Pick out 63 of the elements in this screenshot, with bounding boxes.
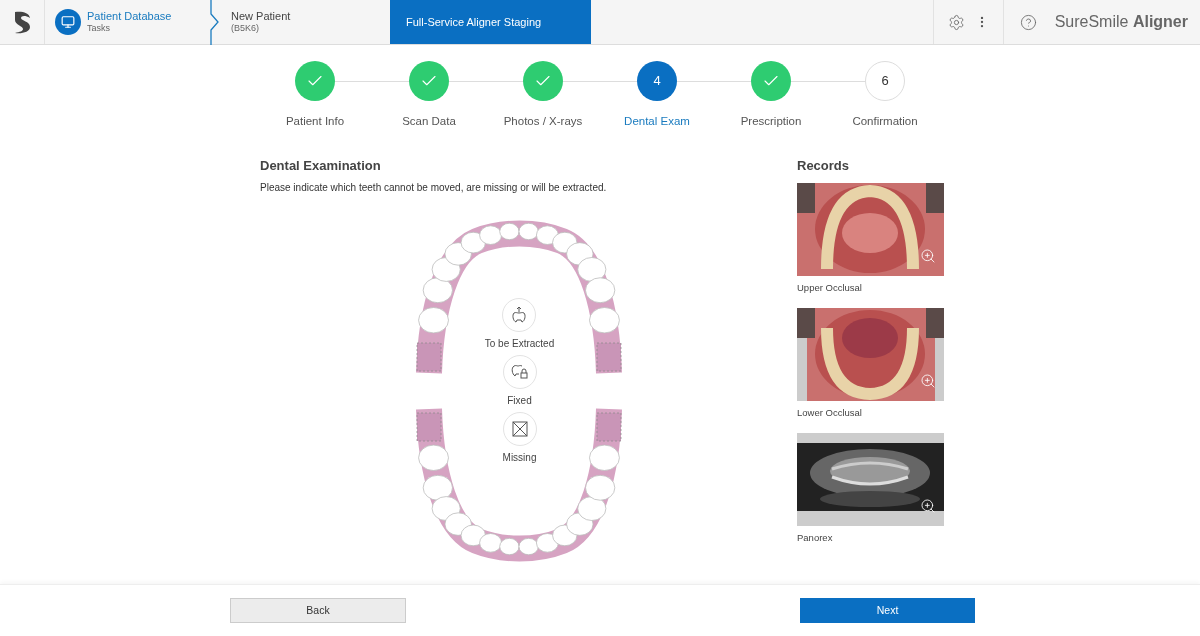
help-icon[interactable] [1019, 13, 1037, 31]
breadcrumb-title[interactable]: Patient Database [87, 9, 172, 24]
tooth[interactable] [460, 524, 486, 546]
missing-tooth-area[interactable] [596, 342, 622, 372]
tooth[interactable] [418, 306, 449, 334]
legend-button[interactable] [502, 354, 537, 389]
tooth[interactable] [585, 474, 616, 501]
tooth[interactable] [431, 495, 461, 521]
tooth[interactable] [444, 242, 472, 266]
step-number: 6 [881, 72, 889, 91]
breadcrumb-subtitle: Tasks [87, 23, 111, 35]
tooth[interactable] [589, 444, 620, 471]
step-label[interactable]: Photos / X-rays [503, 113, 583, 131]
step-label[interactable]: Dental Exam [624, 113, 690, 131]
section-title: Records [797, 157, 851, 176]
tooth[interactable] [518, 537, 539, 555]
tooth[interactable] [460, 231, 486, 254]
database-icon[interactable] [55, 9, 81, 35]
missing-tooth-area[interactable] [416, 412, 442, 442]
breadcrumb-subtitle: (B5K6) [231, 23, 260, 35]
tooth-arrow-icon [511, 305, 528, 324]
step-label[interactable]: Scan Data [402, 113, 456, 131]
logo-icon[interactable] [13, 10, 31, 34]
brand-name: SureSmile Aligner [1054, 12, 1188, 32]
section-title: Dental Examination [260, 157, 382, 176]
back-button[interactable]: Back [230, 598, 406, 623]
tooth[interactable] [566, 242, 594, 266]
missing-tooth-area[interactable] [596, 412, 622, 442]
tooth[interactable] [479, 225, 502, 245]
tooth[interactable] [589, 306, 620, 334]
tooth[interactable] [422, 277, 453, 303]
record-caption: Lower Occlusal [797, 406, 863, 420]
step-label[interactable]: Prescription [740, 113, 802, 131]
tooth[interactable] [431, 256, 461, 282]
step-label[interactable]: Patient Info [285, 113, 345, 131]
tooth[interactable] [499, 222, 520, 240]
tooth-crossed-icon [511, 420, 528, 437]
tooth[interactable] [418, 444, 449, 471]
tooth[interactable] [577, 495, 607, 521]
step-number: 4 [653, 72, 661, 91]
tooth-lock-icon [510, 363, 529, 380]
instruction-text: Please indicate which teeth cannot be moved, are missing or will be extracted. [260, 180, 608, 195]
step-label[interactable]: Confirmation [852, 113, 918, 131]
tooth[interactable] [479, 532, 502, 553]
tooth[interactable] [577, 256, 607, 282]
tooth[interactable] [585, 277, 616, 303]
settings-icon[interactable] [947, 13, 965, 31]
breadcrumb-title[interactable]: New Patient [231, 9, 390, 24]
record-caption: Panorex [797, 531, 834, 546]
tooth[interactable] [499, 537, 520, 555]
active-tab[interactable]: Full-Service Aligner Staging [390, 0, 591, 44]
tooth[interactable] [518, 222, 539, 240]
record-caption: Upper Occlusal [797, 280, 863, 295]
breadcrumb-chevron-icon [210, 0, 220, 45]
tooth[interactable] [536, 225, 559, 245]
zoom-in-icon[interactable] [920, 498, 936, 515]
missing-tooth-area[interactable] [416, 342, 442, 372]
tooth[interactable] [536, 532, 559, 553]
next-button[interactable]: Next [800, 598, 975, 623]
legend-button[interactable] [502, 411, 537, 446]
tooth[interactable] [444, 512, 472, 536]
tooth[interactable] [566, 512, 594, 536]
tooth[interactable] [422, 474, 453, 501]
